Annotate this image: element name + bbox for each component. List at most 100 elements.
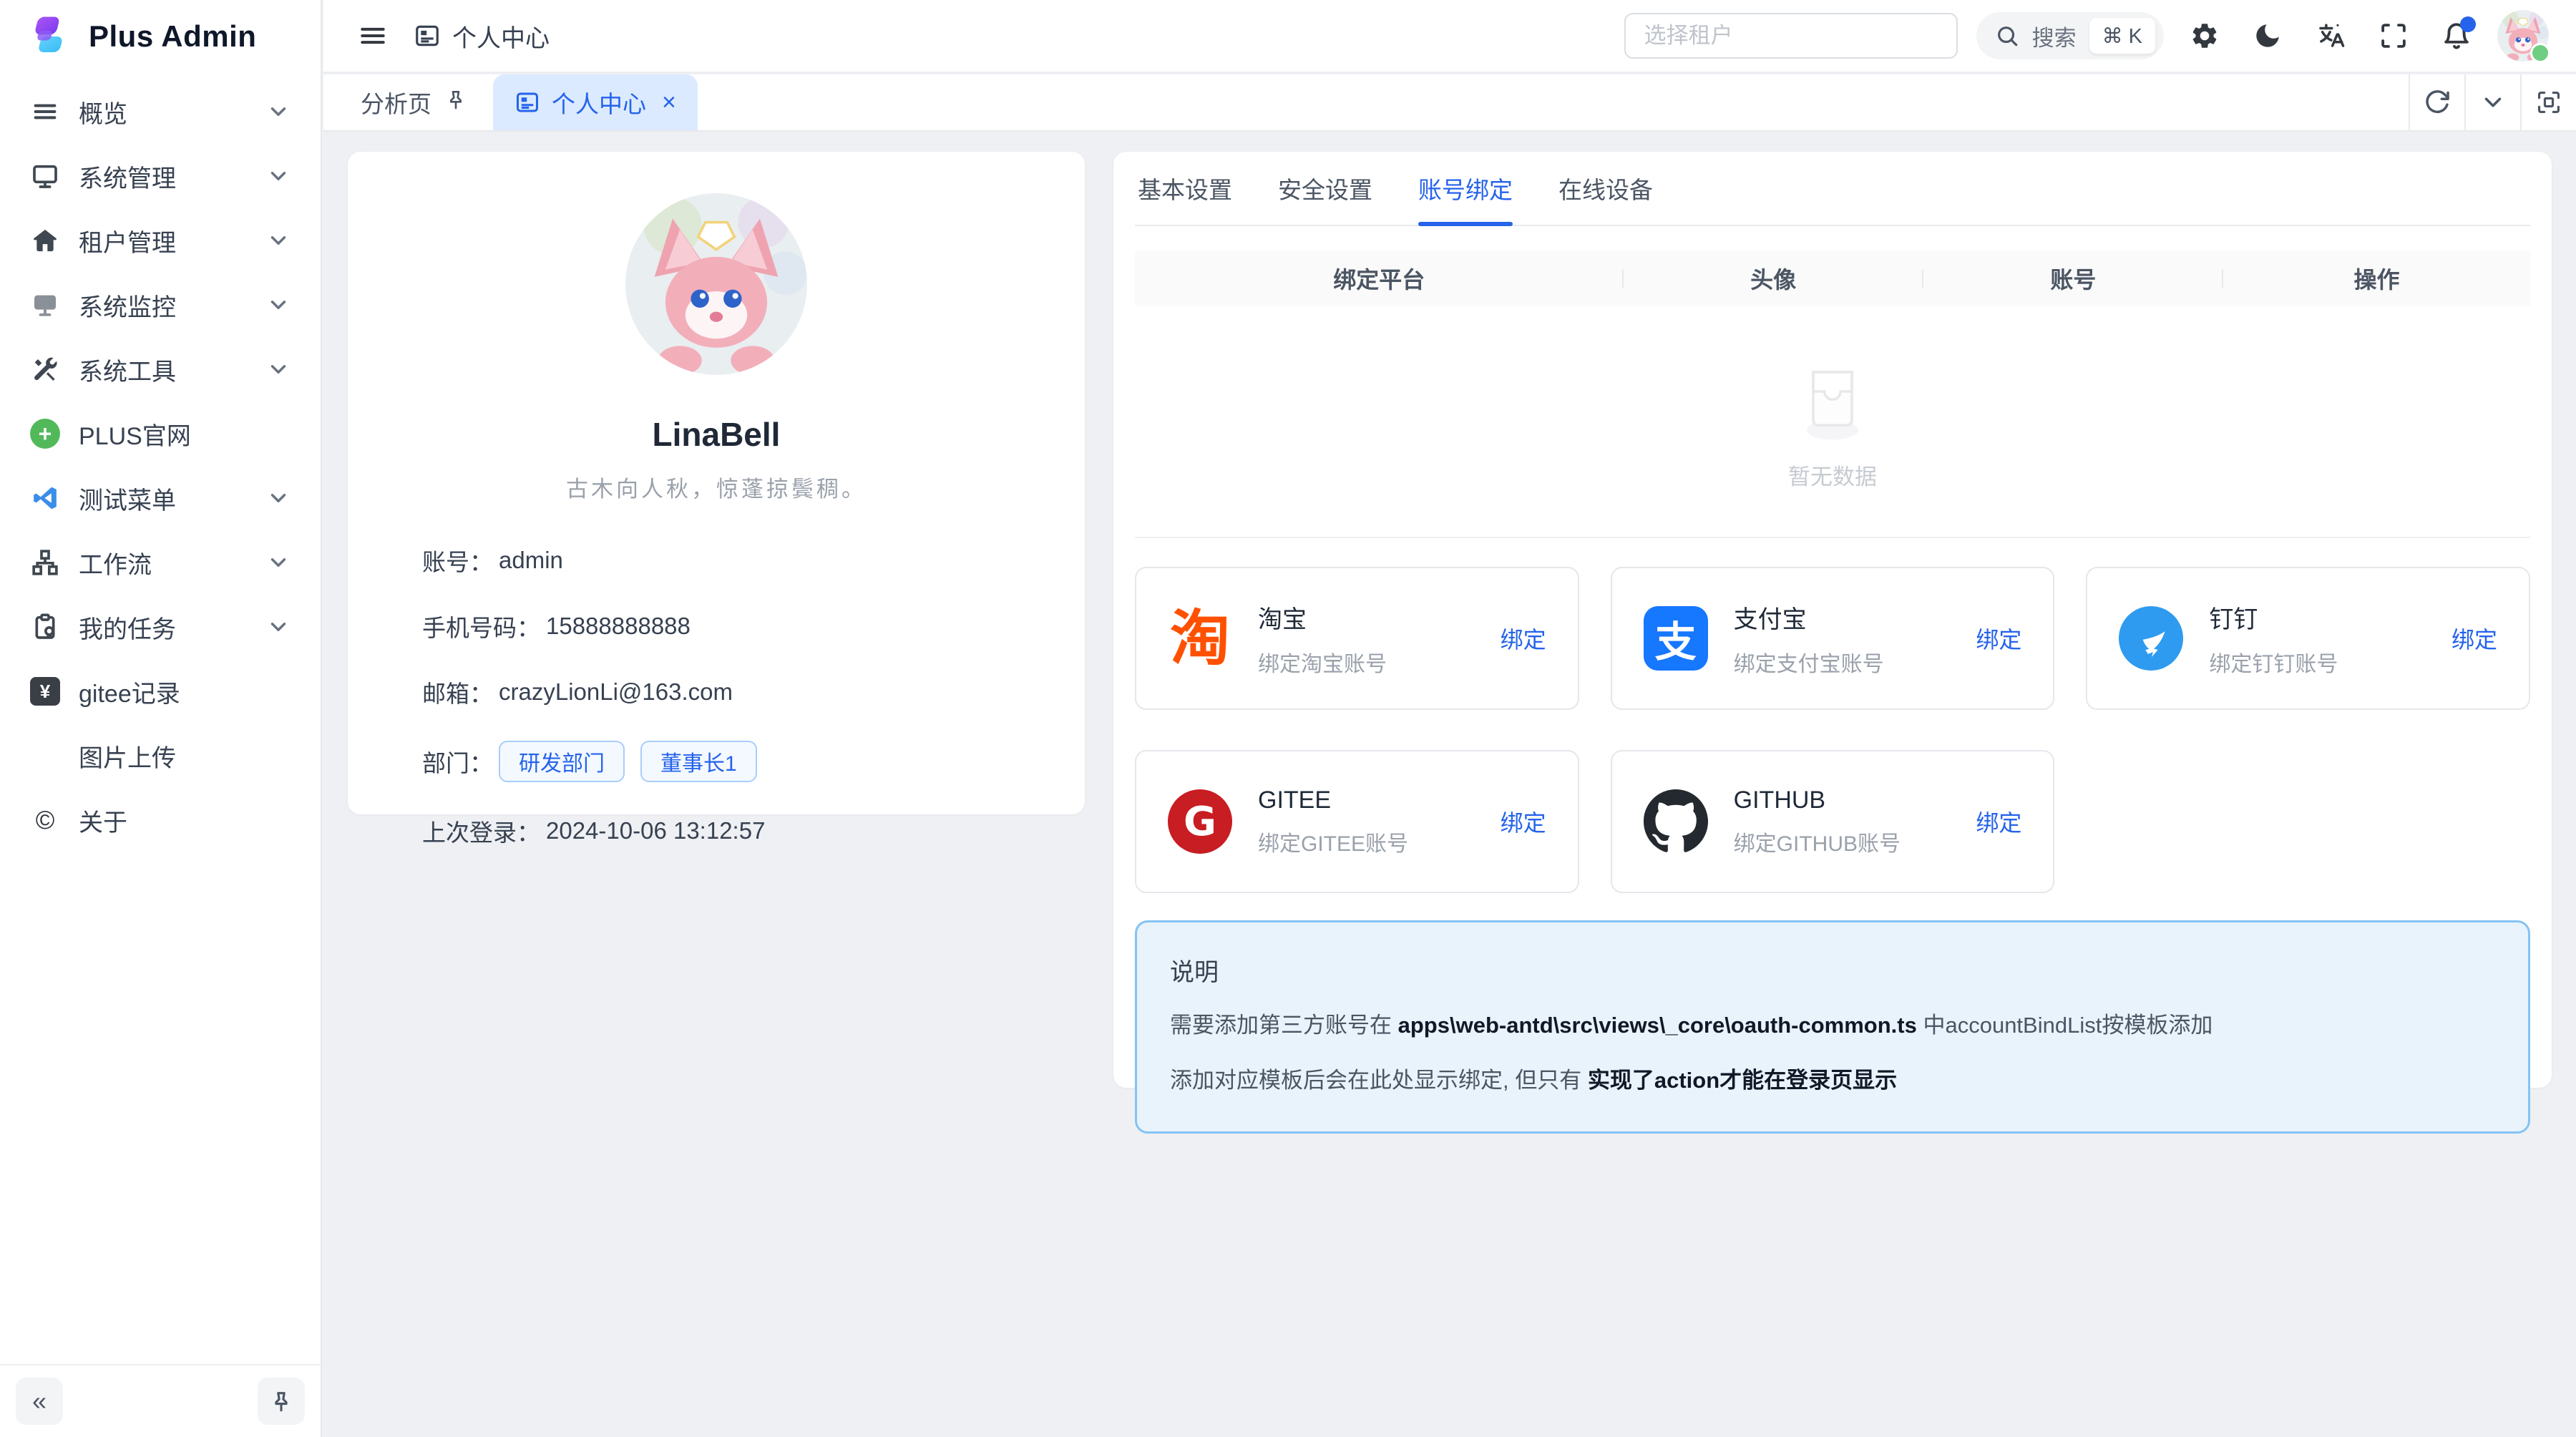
column-actions: 操作: [2223, 262, 2530, 295]
tab-profile-active[interactable]: 个人中心 ×: [493, 74, 698, 130]
settings-button[interactable]: [2182, 14, 2227, 58]
sidebar-item-system-monitor[interactable]: 系统监控: [11, 275, 309, 335]
sidebar-pin-button[interactable]: [258, 1378, 305, 1425]
empty-box-icon: [1779, 353, 1886, 443]
platform-desc: 绑定GITHUB账号: [1734, 826, 1901, 857]
profile-avatar: [625, 193, 807, 375]
chevron-down-icon: [266, 550, 291, 575]
breadcrumb-label: 个人中心: [452, 19, 550, 54]
sidebar-item-system-management[interactable]: 系统管理: [11, 146, 309, 206]
workflow-icon: [30, 547, 60, 578]
sidebar-item-about[interactable]: © 关于: [11, 790, 309, 850]
sidebar-item-tenant-management[interactable]: 租户管理: [11, 210, 309, 271]
sidebar-footer: «: [0, 1364, 321, 1437]
bind-link-gitee[interactable]: 绑定: [1501, 805, 1546, 838]
global-search[interactable]: 搜索 ⌘ K: [1976, 12, 2164, 59]
search-shortcut: ⌘ K: [2089, 18, 2155, 54]
refresh-button[interactable]: [2409, 74, 2464, 130]
note-title: 说明: [1170, 953, 2495, 988]
maximize-content-button[interactable]: [2520, 74, 2576, 130]
sidebar-item-system-tools[interactable]: 系统工具: [11, 339, 309, 399]
sidebar-item-label: 我的任务: [79, 610, 266, 645]
fullscreen-button[interactable]: [2371, 14, 2416, 58]
tab-online-devices[interactable]: 在线设备: [1558, 152, 1653, 225]
empty-text: 暂无数据: [1788, 459, 1877, 491]
fullscreen-icon: [2379, 21, 2409, 51]
binding-table: 绑定平台 头像 账号 操作 暂无数据: [1135, 250, 2530, 538]
platform-desc: 绑定支付宝账号: [1734, 646, 1884, 678]
sidebar-collapse-button[interactable]: «: [16, 1378, 63, 1425]
table-header-row: 绑定平台 头像 账号 操作: [1135, 250, 2530, 306]
vscode-icon: [30, 483, 60, 513]
logo[interactable]: Plus Admin: [0, 0, 321, 73]
bind-link-github[interactable]: 绑定: [1976, 805, 2021, 838]
platform-name: 支付宝: [1734, 600, 1884, 635]
tab-security-settings[interactable]: 安全设置: [1278, 152, 1372, 225]
overview-icon: [30, 97, 60, 127]
sidebar-item-label: PLUS官网: [79, 417, 291, 452]
bind-card-gitee: G GITEE 绑定GITEE账号 绑定: [1135, 750, 1579, 893]
tab-analysis[interactable]: 分析页: [323, 74, 483, 130]
notifications-button[interactable]: [2434, 14, 2479, 58]
department-tag: 研发部门: [499, 741, 625, 782]
sidebar-item-test-menu[interactable]: 测试菜单: [11, 468, 309, 528]
user-avatar[interactable]: [2497, 10, 2549, 62]
tab-account-binding[interactable]: 账号绑定: [1418, 152, 1513, 225]
profile-name: LinaBell: [422, 415, 1010, 454]
field-email: 邮箱： crazyLionLi@163.com: [422, 675, 1010, 709]
profile-bio: 古木向人秋，惊蓬掠鬓稠。: [422, 471, 1010, 503]
chevron-down-icon: [266, 293, 291, 317]
chevron-down-icon: [266, 164, 291, 188]
note-line-1: 需要添加第三方账号在 apps\web-antd\src\views\_core…: [1170, 1009, 2495, 1043]
taobao-icon: 淘: [1168, 606, 1232, 671]
chevron-down-icon: [266, 228, 291, 253]
sidebar-item-plus-site[interactable]: + PLUS官网: [11, 404, 309, 464]
chevron-down-icon: [266, 99, 291, 124]
gitee-record-icon: ¥: [30, 676, 60, 706]
profile-card: LinaBell 古木向人秋，惊蓬掠鬓稠。 账号： admin 手机号码： 15…: [348, 152, 1085, 814]
search-icon: [1995, 24, 2019, 48]
sidebar-item-label: 测试菜单: [79, 481, 266, 516]
refresh-icon: [2424, 89, 2451, 116]
tab-close-button[interactable]: ×: [662, 90, 676, 115]
sidebar-toggle-button[interactable]: [351, 14, 395, 58]
platform-desc: 绑定淘宝账号: [1258, 646, 1387, 678]
sidebar-item-label: 系统管理: [79, 159, 266, 194]
tab-basic-settings[interactable]: 基本设置: [1138, 152, 1232, 225]
sidebar-item-overview[interactable]: 概览: [11, 82, 309, 142]
table-empty-state: 暂无数据: [1135, 306, 2530, 538]
note-line-2: 添加对应模板后会在此处显示绑定, 但只有 实现了action才能在登录页显示: [1170, 1064, 2495, 1098]
sidebar-item-label: 图片上传: [79, 739, 291, 774]
profile-card-icon: [414, 22, 441, 49]
plus-circle-icon: +: [30, 419, 60, 449]
platform-name: GITHUB: [1734, 786, 1901, 814]
pin-icon[interactable]: [444, 88, 467, 117]
department-tag: 董事长1: [640, 741, 757, 782]
breadcrumb[interactable]: 个人中心: [414, 19, 550, 54]
bind-link-dingtalk[interactable]: 绑定: [2451, 622, 2497, 655]
gear-icon: [2190, 21, 2220, 51]
sidebar-item-gitee-record[interactable]: ¥ gitee记录: [11, 661, 309, 721]
theme-toggle-button[interactable]: [2245, 14, 2290, 58]
header: 个人中心 搜索 ⌘ K: [323, 0, 2576, 73]
sidebar-nav: 概览 系统管理 租户管理 系统监控: [0, 73, 321, 1364]
sidebar-item-my-tasks[interactable]: 我的任务: [11, 597, 309, 657]
sidebar-item-image-upload[interactable]: 图片上传: [11, 726, 309, 786]
alipay-icon: 支: [1644, 606, 1708, 671]
field-department: 部门： 研发部门 董事长1: [422, 741, 1010, 782]
tenant-select-input[interactable]: [1624, 13, 1958, 59]
tab-menu-button[interactable]: [2464, 74, 2520, 130]
bind-link-taobao[interactable]: 绑定: [1501, 622, 1546, 655]
panel-tabs: 基本设置 安全设置 账号绑定 在线设备: [1135, 152, 2530, 226]
bind-link-alipay[interactable]: 绑定: [1976, 622, 2021, 655]
logo-icon: [26, 13, 73, 60]
header-actions: 搜索 ⌘ K: [1624, 10, 2549, 62]
platform-name: 钉钉: [2209, 600, 2338, 635]
sidebar-item-workflow[interactable]: 工作流: [11, 532, 309, 593]
chevron-down-icon: [2479, 89, 2507, 116]
tab-label: 分析页: [361, 85, 431, 120]
notification-badge: [2460, 16, 2476, 32]
column-account: 账号: [1923, 262, 2223, 295]
language-button[interactable]: [2308, 14, 2353, 58]
sidebar-item-label: 系统监控: [79, 288, 266, 323]
